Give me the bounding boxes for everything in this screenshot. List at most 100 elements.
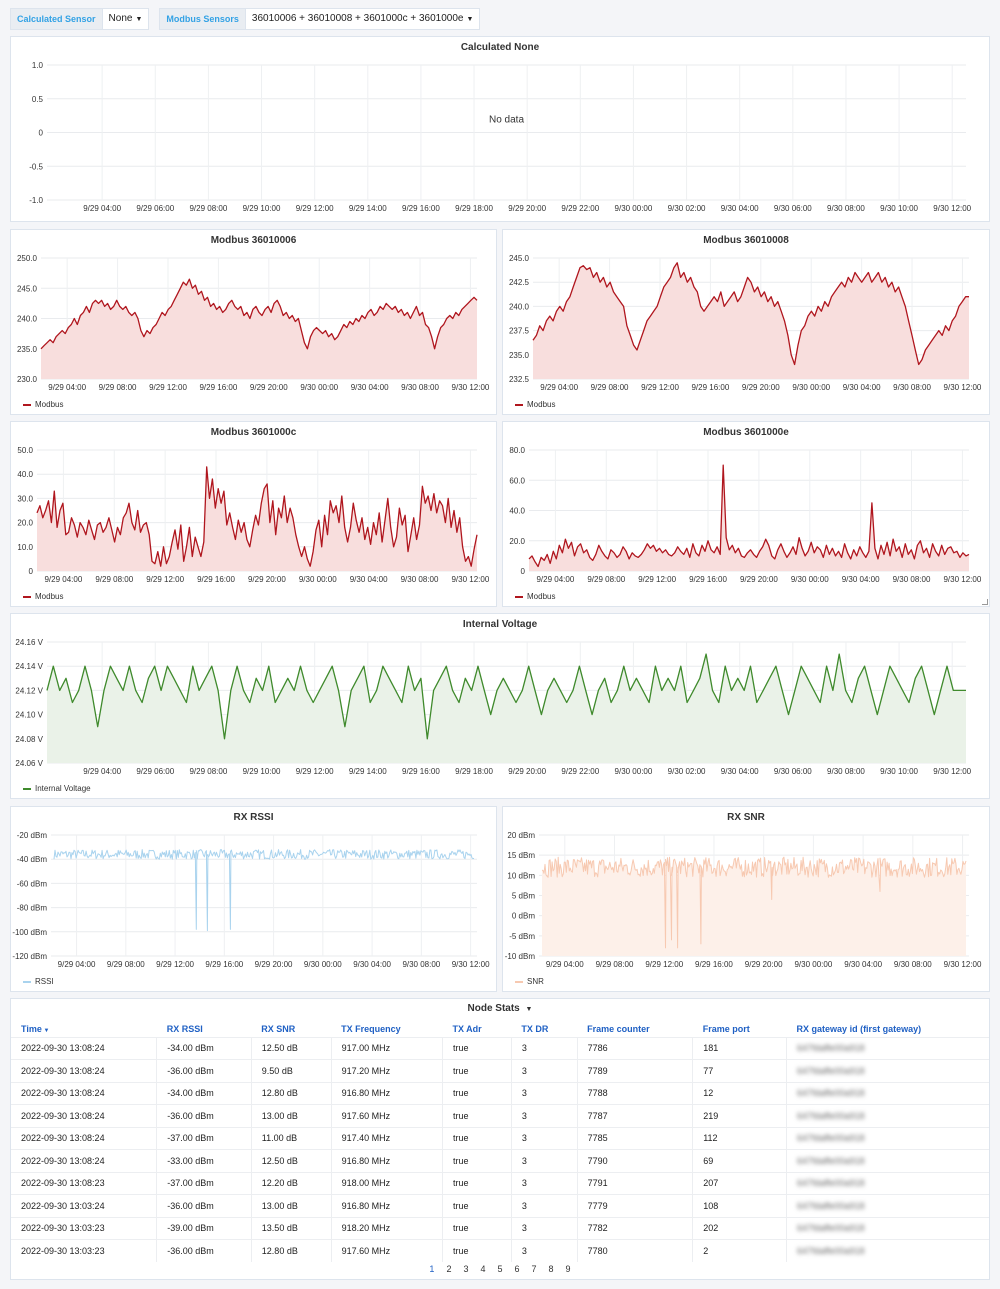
column-header[interactable]: TX Frequency [331, 1021, 443, 1037]
page-link[interactable]: 8 [549, 1264, 554, 1274]
table-cell: 77 [692, 1059, 787, 1082]
column-header[interactable]: TX Adr [442, 1021, 512, 1037]
table-cell: 2022-09-30 13:03:23 [11, 1216, 157, 1240]
panel-modbus-36010008[interactable]: 245.0 242.5 240.0 237.5 235.0 232.5 9/29 04:00… [502, 229, 990, 415]
table-cell: 3 [510, 1059, 578, 1082]
column-header[interactable]: RX gateway id (first gateway) [786, 1021, 989, 1037]
column-header[interactable]: RX RSSI [156, 1021, 252, 1037]
y-tick-label: 237.5 [509, 327, 530, 336]
modbus-sensors-label: Modbus Sensors [159, 8, 246, 30]
table-cell: true [442, 1171, 512, 1195]
page-link[interactable]: 9 [566, 1264, 571, 1274]
table-cell: 7789 [576, 1059, 693, 1082]
page-link[interactable]: 4 [480, 1264, 485, 1274]
column-header[interactable]: RX SNR [251, 1021, 332, 1037]
table-cell: -37.00 dBm [156, 1171, 252, 1195]
panel-modbus-3601000c[interactable]: 50.0 40.0 30.0 20.0 10.0 0 9/29 04:00 9/29 08:0… [10, 421, 497, 607]
x-tick-label: 9/29 12:00 [296, 204, 334, 213]
y-tick-label: 250.0 [17, 254, 38, 263]
panel-rx-snr[interactable]: 20 dBm 15 dBm 10 dBm 5 dBm 0 dBm -5 dBm -10 dB… [502, 806, 990, 992]
legend[interactable]: Modbus [515, 400, 555, 409]
table-cell: 916.80 MHz [330, 1081, 443, 1105]
page-link[interactable]: 2 [446, 1264, 451, 1274]
modbus-sensors-select[interactable]: 36010006 + 36010008 + 3601000c + 3601000… [245, 8, 481, 30]
panel-title: Modbus 3601000e [703, 427, 789, 438]
x-tick-label: 9/30 02:00 [668, 767, 706, 776]
table-cell: 12.80 dB [250, 1239, 332, 1262]
table-cell: true [442, 1149, 512, 1172]
table-cell: 3 [510, 1081, 578, 1105]
table-row: 2022-09-30 13:08:24 -34.00 dBm 12.50 dB 917… [11, 1036, 989, 1060]
table-cell: 647fdaffe00a918 [786, 1036, 989, 1060]
no-data-text: No data [489, 115, 524, 126]
legend[interactable]: Modbus [23, 592, 63, 601]
legend[interactable]: Modbus [515, 592, 555, 601]
table-cell: 12.50 dB [250, 1149, 332, 1172]
y-tick-label: 24.14 V [15, 662, 43, 671]
legend[interactable]: Modbus [23, 400, 63, 409]
panel-rx-rssi[interactable]: -20 dBm -40 dBm -60 dBm -80 dBm -100 dBm -120… [10, 806, 497, 992]
chart-svg: 20 dBm 15 dBm 10 dBm 5 dBm 0 dBm -5 dBm -10 dB… [505, 831, 982, 969]
y-tick-label: 30.0 [17, 494, 33, 503]
table-row: 2022-09-30 13:08:24 -37.00 dBm 11.00 dB 917… [11, 1126, 989, 1150]
table-cell: 3 [510, 1194, 578, 1217]
y-tick-label: 235.0 [509, 351, 530, 360]
legend-swatch [23, 595, 31, 598]
resize-handle[interactable] [982, 599, 988, 605]
column-header[interactable]: TX DR [511, 1021, 578, 1037]
x-tick-label: 9/29 20:00 [508, 204, 546, 213]
table-cell: true [442, 1104, 512, 1127]
table-row: 2022-09-30 13:03:23 -36.00 dBm 12.80 dB 917… [11, 1239, 989, 1262]
x-tick-label: 9/29 20:00 [255, 960, 293, 969]
table-cell: 3 [510, 1239, 578, 1262]
x-tick-label: 9/29 12:00 [638, 575, 676, 584]
x-tick-label: 9/30 00:00 [791, 575, 829, 584]
column-header[interactable]: Time ▼ [11, 1021, 157, 1037]
x-tick-label: 9/30 00:00 [304, 960, 342, 969]
column-header[interactable]: Frame counter [577, 1021, 693, 1037]
x-tick-label: 9/30 06:00 [774, 767, 812, 776]
table-cell: 3 [510, 1036, 578, 1060]
x-tick-label: 9/30 08:00 [827, 767, 865, 776]
table-cell: true [442, 1216, 512, 1240]
panel-title[interactable]: Node Stats ▼ [11, 1003, 989, 1014]
y-tick-label: 245.0 [17, 284, 38, 293]
panel-internal-voltage[interactable]: 24.16 V 24.14 V 24.12 V 24.10 V 24.08 V 24.06… [10, 613, 990, 799]
x-tick-label: 9/30 04:00 [843, 383, 881, 392]
x-tick-label: 9/29 16:00 [199, 383, 237, 392]
calculated-sensor-select[interactable]: None ▼ [102, 8, 150, 30]
x-tick-label: 9/29 06:00 [136, 767, 174, 776]
page-link[interactable]: 7 [532, 1264, 537, 1274]
table-cell: 2022-09-30 13:08:24 [11, 1149, 157, 1172]
x-tick-label: 9/29 18:00 [455, 204, 493, 213]
x-tick-label: 9/30 00:00 [615, 767, 653, 776]
column-header[interactable]: Frame port [692, 1021, 787, 1037]
y-tick-label: 245.0 [509, 254, 530, 263]
legend-swatch [515, 403, 523, 406]
legend[interactable]: SNR [515, 977, 544, 986]
table-cell: 219 [692, 1104, 787, 1127]
page-link[interactable]: 6 [515, 1264, 520, 1274]
panel-calculated[interactable]: 1.0 0.5 0 -0.5 -1.0 9/29 04:00 9/29 06:00 9/29 … [10, 36, 990, 222]
x-tick-label: 9/30 00:00 [299, 575, 337, 584]
x-tick-label: 9/30 10:00 [880, 204, 918, 213]
page-link[interactable]: 3 [463, 1264, 468, 1274]
legend[interactable]: Internal Voltage [23, 784, 91, 793]
panel-modbus-3601000e[interactable]: 80.0 60.0 40.0 20.0 0 9/29 04:00 9/29 08:00 9/2… [502, 421, 990, 607]
y-tick-label: 24.10 V [15, 711, 43, 720]
x-tick-label: 9/29 12:00 [149, 383, 187, 392]
table-cell: true [442, 1239, 512, 1262]
x-tick-label: 9/29 04:00 [540, 383, 578, 392]
table-cell: 2022-09-30 13:03:24 [11, 1194, 157, 1217]
page-link[interactable]: 1 [429, 1264, 434, 1274]
sort-desc-icon: ▼ [41, 1027, 50, 1034]
page-link[interactable]: 5 [497, 1264, 502, 1274]
x-tick-label: 9/30 12:00 [933, 767, 971, 776]
legend[interactable]: RSSI [23, 977, 54, 986]
x-tick-label: 9/29 08:00 [95, 575, 133, 584]
panel-modbus-36010006[interactable]: 250.0 245.0 240.0 235.0 230.0 9/29 04:00 9/29 … [10, 229, 497, 415]
table-cell: 3 [510, 1104, 578, 1127]
table-cell: 13.00 dB [250, 1104, 332, 1127]
table-row: 2022-09-30 13:08:24 -36.00 dBm 13.00 dB 917… [11, 1104, 989, 1127]
x-tick-label: 9/29 06:00 [136, 204, 174, 213]
